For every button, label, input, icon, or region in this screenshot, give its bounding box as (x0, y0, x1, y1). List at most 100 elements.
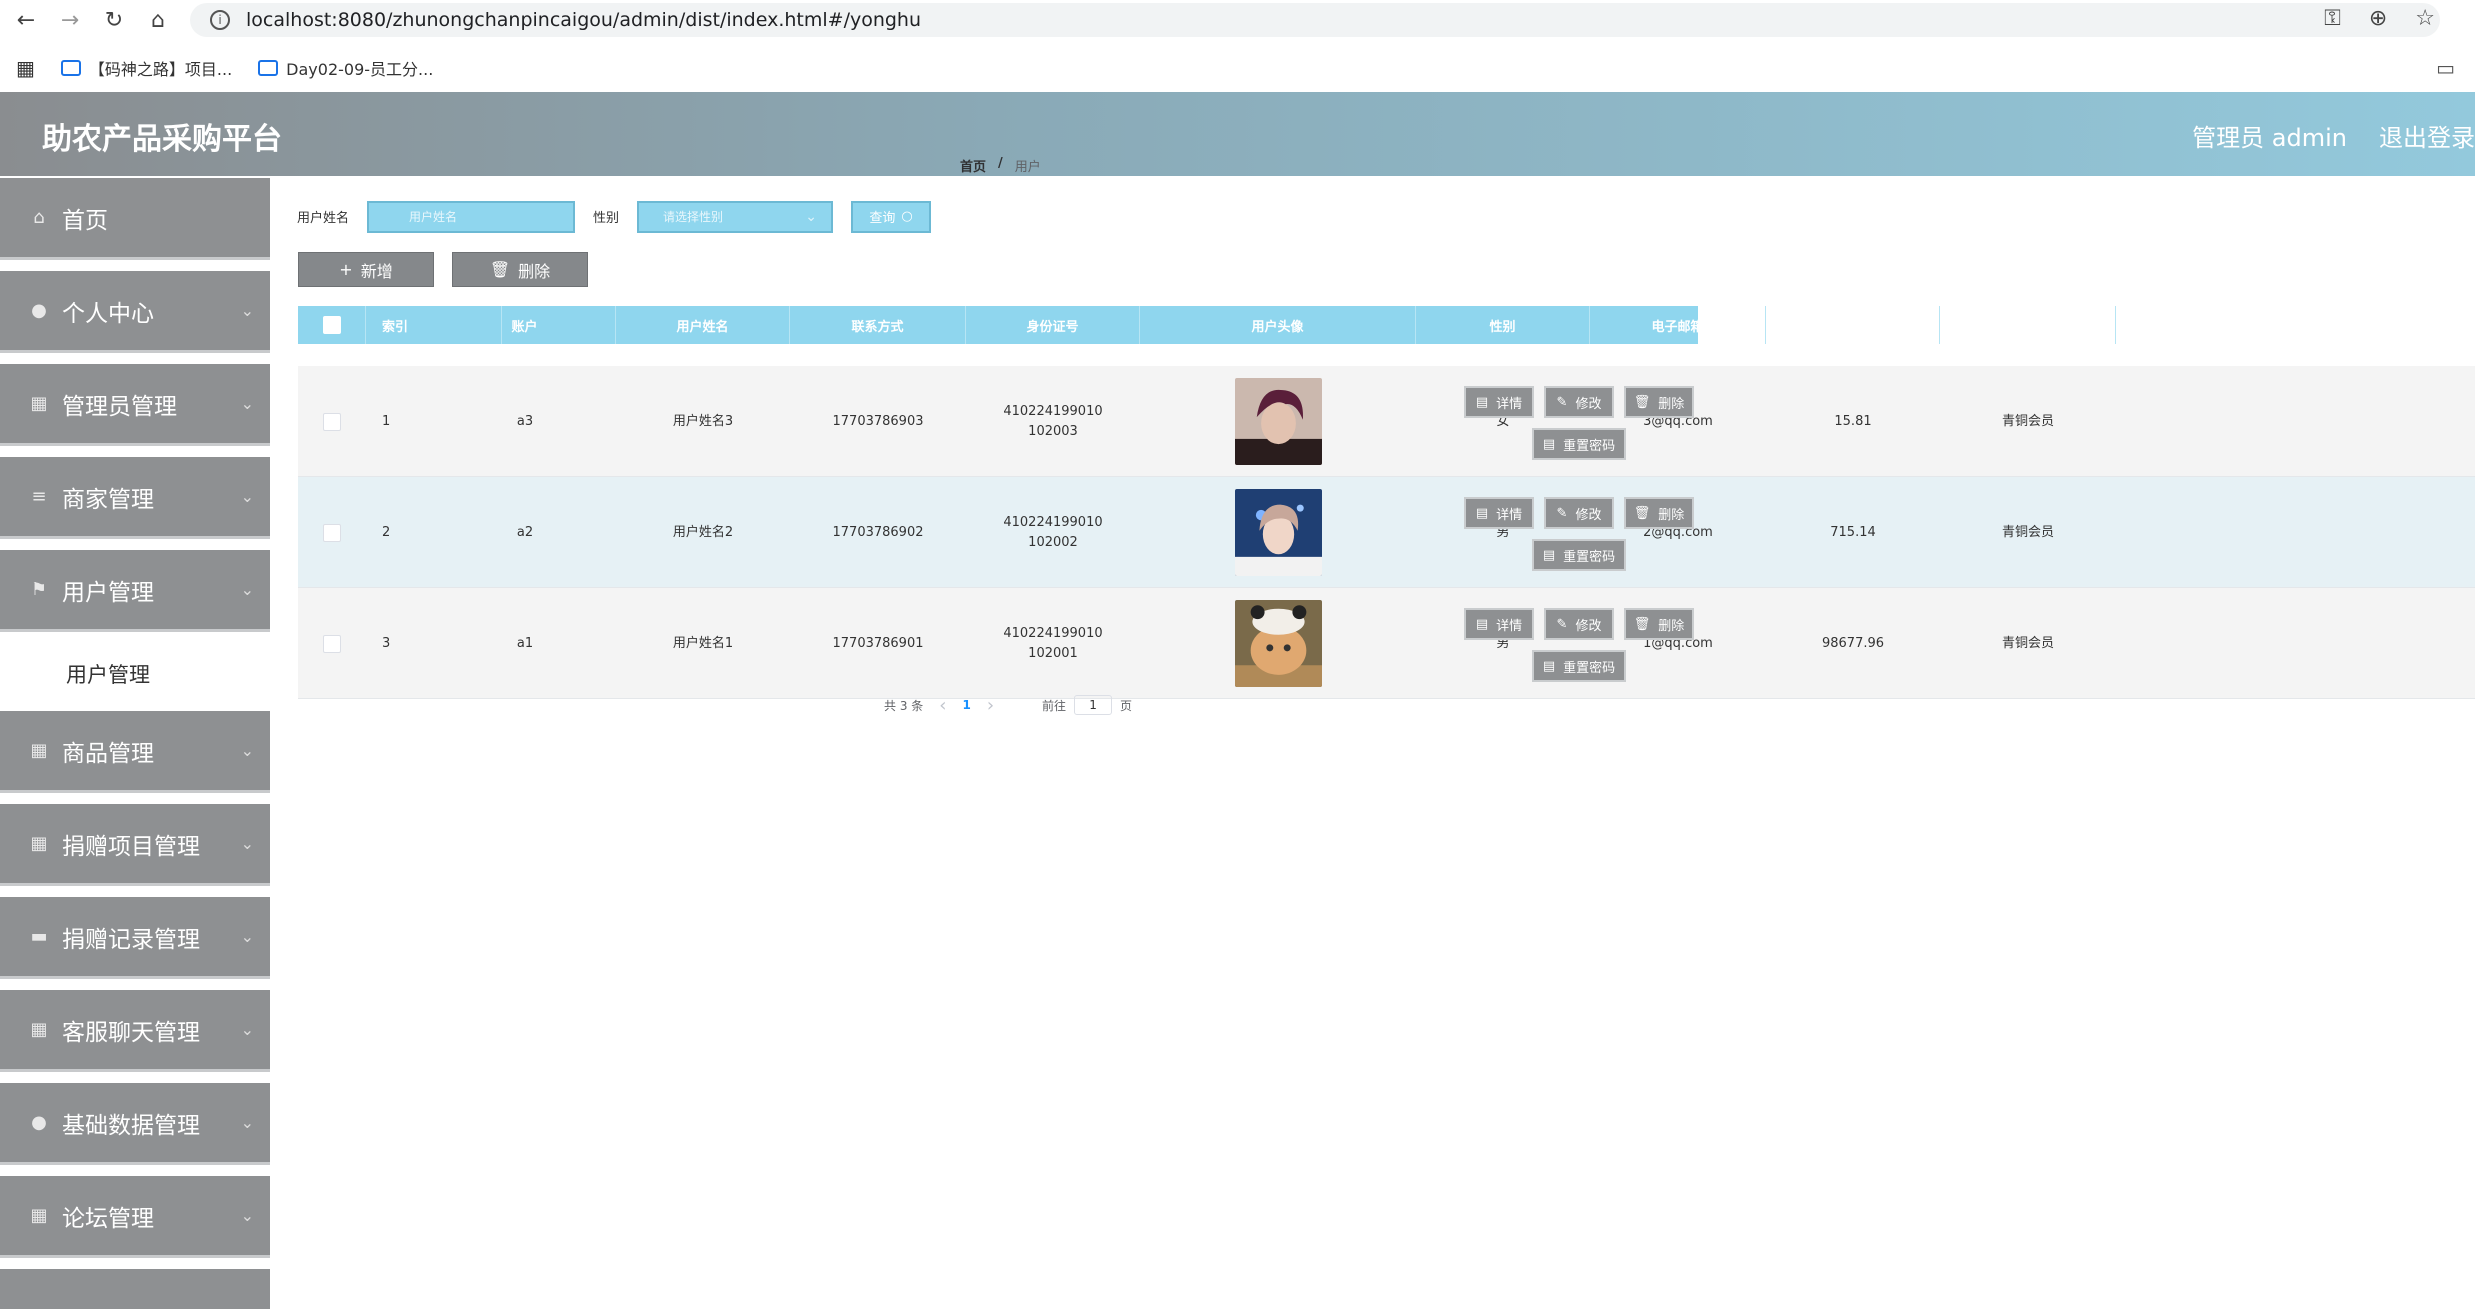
batch-delete-button[interactable]: 🗑 删除 (452, 252, 588, 287)
grid-icon: ▦ (30, 1019, 48, 1040)
site-info-icon[interactable]: i (210, 10, 230, 30)
sidebar-item-products[interactable]: ▦ 商品管理 ⌄ (0, 711, 270, 793)
key-icon[interactable]: ⚿ (2324, 6, 2341, 31)
sidebar-item-chat[interactable]: ▦ 客服聊天管理 ⌄ (0, 990, 270, 1072)
ticket-icon: ▬ (30, 926, 48, 947)
address-bar[interactable]: i localhost:8080/zhunongchanpincaigou/ad… (190, 3, 2440, 37)
cell-balance: 715.14 (1830, 524, 1876, 540)
reload-icon[interactable]: ↻ (96, 2, 132, 38)
sidebar-item-profile[interactable]: ● 个人中心 ⌄ (0, 271, 270, 353)
bookmark-item[interactable]: Day02-09-员工分... (258, 56, 433, 80)
reset-password-button[interactable]: ▤ 重置密码 (1532, 650, 1626, 682)
sidebar-item-donation-projects[interactable]: ▦ 捐赠项目管理 ⌄ (0, 804, 270, 886)
edit-button[interactable]: ✎ 修改 (1544, 608, 1614, 640)
avatar-cell (1140, 477, 1416, 588)
col-header: 用户姓名 (616, 306, 790, 344)
batch-delete-label: 删除 (518, 261, 551, 281)
forward-icon[interactable]: → (52, 2, 88, 38)
detail-button[interactable]: ▤ 详情 (1464, 497, 1534, 529)
cell-gender: 男 (1496, 524, 1510, 540)
col-header: 性别 (1416, 306, 1590, 344)
cell-level: 青铜会员 (2001, 413, 2054, 429)
detail-button-label: 详情 (1496, 618, 1523, 634)
sidebar-item-home[interactable]: ⌂ 首页 (0, 178, 270, 260)
sidebar-item-admins[interactable]: ▦ 管理员管理 ⌄ (0, 364, 270, 446)
avatar (1234, 378, 1322, 465)
delete-button[interactable]: 🗑 删除 (1624, 497, 1694, 529)
sidebar-item-users[interactable]: ⚑ 用户管理 ⌄ (0, 550, 270, 632)
cell-account: a1 (516, 635, 534, 651)
cell-id-number: 410224199010 102003 (966, 366, 1140, 477)
cell-name: 用户姓名1 (672, 635, 734, 651)
sidebar-item-forum[interactable]: ▦ 论坛管理 ⌄ (0, 1176, 270, 1258)
page-number[interactable]: 1 (962, 698, 970, 712)
grid-icon: ▦ (30, 393, 48, 414)
reset-password-button[interactable]: ▤ 重置密码 (1532, 539, 1626, 571)
cell-phone: 17703786903 (832, 413, 924, 429)
reset-password-button[interactable]: ▤ 重置密码 (1532, 428, 1626, 460)
gender-select-placeholder: 请选择性别 (663, 210, 724, 224)
cell-id-number: 410224199010 102002 (966, 477, 1140, 588)
col-header: 账户 (434, 306, 616, 344)
cell-email: 3@qq.com (1643, 413, 1713, 429)
gender-select[interactable]: 请选择性别 ⌄ (637, 200, 834, 233)
chevron-down-icon: ⌄ (240, 301, 254, 320)
pagination-total: 共 3 条 (884, 698, 924, 713)
back-icon[interactable]: ← (8, 2, 44, 38)
row-checkbox[interactable] (323, 523, 341, 542)
sidebar-item-label: 首页 (62, 207, 108, 234)
row-checkbox[interactable] (323, 412, 341, 431)
sidebar-item-label: 捐赠记录管理 (62, 926, 200, 953)
star-icon[interactable]: ☆ (2415, 6, 2435, 31)
breadcrumb-current: 用户 (1014, 160, 1041, 175)
cell-gender: 女 (1496, 413, 1510, 429)
col-header: 电子邮箱 (1590, 306, 1766, 344)
row-checkbox[interactable] (323, 634, 341, 653)
apps-icon[interactable]: ▦ (16, 56, 35, 80)
main-content: 首页 / 用户 用户姓名 用户姓名 性别 请选择性别 ⌄ 查询 ○ + 新增 🗑… (272, 156, 2475, 1296)
chevron-down-icon: ⌄ (240, 580, 254, 599)
bookmark-item[interactable]: 【码神之路】项目... (60, 56, 232, 80)
name-search-input[interactable]: 用户姓名 (367, 200, 576, 233)
zoom-icon[interactable]: ⊕ (2369, 6, 2387, 31)
chevron-down-icon: ⌄ (240, 394, 254, 413)
bilibili-icon (60, 60, 81, 76)
home-browser-icon[interactable]: ⌂ (140, 2, 176, 38)
delete-button[interactable]: 🗑 删除 (1624, 386, 1694, 418)
edit-button[interactable]: ✎ 修改 (1544, 386, 1614, 418)
detail-button[interactable]: ▤ 详情 (1464, 386, 1534, 418)
prev-page-icon[interactable]: ‹ (939, 695, 946, 716)
edit-button[interactable]: ✎ 修改 (1544, 497, 1614, 529)
avatar (1234, 489, 1322, 576)
row-select-cell (298, 477, 366, 588)
next-page-icon[interactable]: › (987, 695, 994, 716)
sidebar-subitem-users[interactable]: 用户管理 (0, 640, 270, 708)
edit-button-label: 修改 (1575, 396, 1602, 412)
sidebar-item-basic-data[interactable]: ● 基础数据管理 ⌄ (0, 1083, 270, 1165)
add-button[interactable]: + 新增 (298, 252, 434, 287)
folder-icon[interactable]: ▭ (2436, 56, 2455, 80)
detail-button[interactable]: ▤ 详情 (1464, 608, 1534, 640)
sidebar-item-label: 商家管理 (62, 486, 154, 513)
sidebar-item-donation-records[interactable]: ▬ 捐赠记录管理 ⌄ (0, 897, 270, 979)
delete-button[interactable]: 🗑 删除 (1624, 608, 1694, 640)
sidebar-item-more[interactable] (0, 1269, 270, 1309)
logout-link[interactable]: 退出登录 (2379, 118, 2475, 153)
sidebar-item-merchants[interactable]: ≡ 商家管理 ⌄ (0, 457, 270, 539)
page-jump-input[interactable]: 1 (1074, 695, 1113, 715)
goto-label: 前往 (1042, 698, 1067, 713)
select-all-checkbox[interactable] (322, 316, 341, 334)
trash-icon: 🗑 (489, 260, 511, 279)
cell-id-number: 410224199010 102001 (966, 588, 1140, 699)
query-button-label: 查询 (869, 211, 896, 226)
document-icon: ▤ (1475, 394, 1489, 410)
list-icon: ≡ (31, 486, 47, 507)
query-button[interactable]: 查询 ○ (851, 200, 932, 233)
chevron-down-icon: ⌄ (240, 1206, 254, 1225)
document-icon: ▤ (1475, 616, 1489, 632)
breadcrumb-separator: / (998, 156, 1003, 171)
id-number-line2: 102002 (1028, 534, 1078, 550)
breadcrumb-home[interactable]: 首页 (960, 156, 986, 175)
table-row: 2 a2 用户姓名2 17703786902 410224199010 102002 男 2@… (298, 477, 2475, 588)
avatar-cell (1140, 366, 1416, 477)
